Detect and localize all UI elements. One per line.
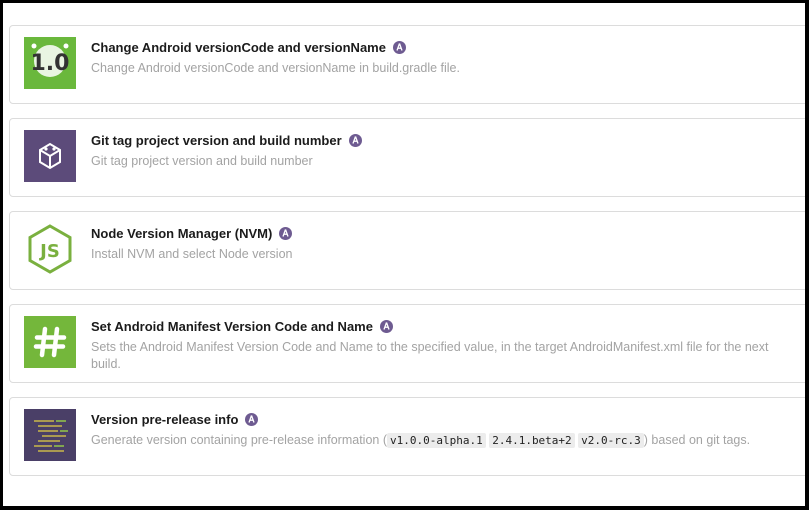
step-title: Change Android versionCode and versionNa… [91, 40, 386, 55]
step-description: Change Android versionCode and versionNa… [91, 61, 460, 75]
step-card-android-manifest[interactable]: Set Android Manifest Version Code and Na… [9, 304, 805, 383]
step-description: Generate version containing pre-release … [91, 433, 751, 448]
community-verified-icon [245, 413, 259, 426]
svg-text:1.0: 1.0 [31, 51, 70, 76]
code-snippet: v2.0-rc.3 [578, 433, 644, 448]
step-card-android-version[interactable]: 1.0 Change Android versionCode and versi… [9, 25, 805, 104]
step-description: Install NVM and select Node version [91, 247, 293, 261]
step-title: Git tag project version and build number [91, 133, 342, 148]
code-snippet: 2.4.1.beta+2 [489, 433, 575, 448]
code-lines-icon [24, 409, 76, 461]
community-verified-icon [379, 320, 393, 333]
community-verified-icon [348, 134, 362, 147]
step-description: Sets the Android Manifest Version Code a… [91, 340, 769, 371]
step-title: Node Version Manager (NVM) [91, 226, 273, 241]
hashtag-icon [24, 316, 76, 368]
community-verified-icon [279, 227, 293, 240]
step-title: Set Android Manifest Version Code and Na… [91, 319, 373, 334]
step-title: Version pre-release info [91, 412, 239, 427]
community-verified-icon [392, 41, 406, 54]
step-card-git-tag[interactable]: Git tag project version and build number… [9, 118, 805, 197]
android-version-icon: 1.0 [24, 37, 76, 89]
svg-text:JS: JS [38, 241, 60, 262]
step-description: Git tag project version and build number [91, 154, 313, 168]
step-list: 1.0 Change Android versionCode and versi… [3, 3, 805, 506]
git-tag-icon [24, 130, 76, 182]
step-card-nvm[interactable]: JS Node Version Manager (NVM) Install NV… [9, 211, 805, 290]
nodejs-icon: JS [24, 223, 76, 275]
step-card-version-prerelease[interactable]: Version pre-release info Generate versio… [9, 397, 805, 476]
code-snippet: v1.0.0-alpha.1 [387, 433, 486, 448]
